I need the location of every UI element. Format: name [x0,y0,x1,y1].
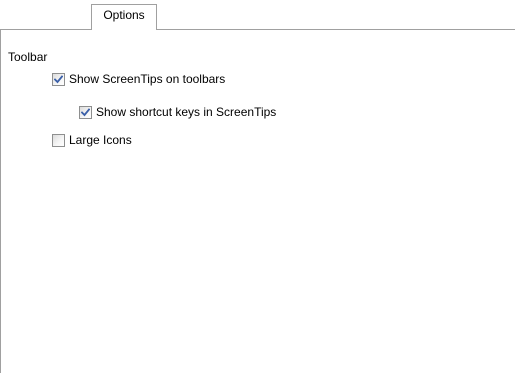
checkbox-label: Show shortcut keys in ScreenTips [96,105,277,119]
checkbox-label: Show ScreenTips on toolbars [69,72,226,86]
tab-label: Options [103,8,145,22]
checkbox-box[interactable] [79,105,92,119]
show-shortcut-keys-checkbox[interactable]: Show shortcut keys in ScreenTips [79,104,276,120]
checkbox-label: Large Icons [69,133,132,147]
checkmark-icon [81,107,90,116]
tab-strip: Options [0,0,515,30]
tab-options[interactable]: Options [91,4,157,30]
checkmark-icon [54,74,63,83]
large-icons-checkbox[interactable]: Large Icons [52,132,132,148]
checkbox-box[interactable] [52,133,65,147]
checkbox-box[interactable] [52,72,65,86]
show-screentips-checkbox[interactable]: Show ScreenTips on toolbars [52,71,225,87]
group-label-toolbar: Toolbar [8,50,48,64]
